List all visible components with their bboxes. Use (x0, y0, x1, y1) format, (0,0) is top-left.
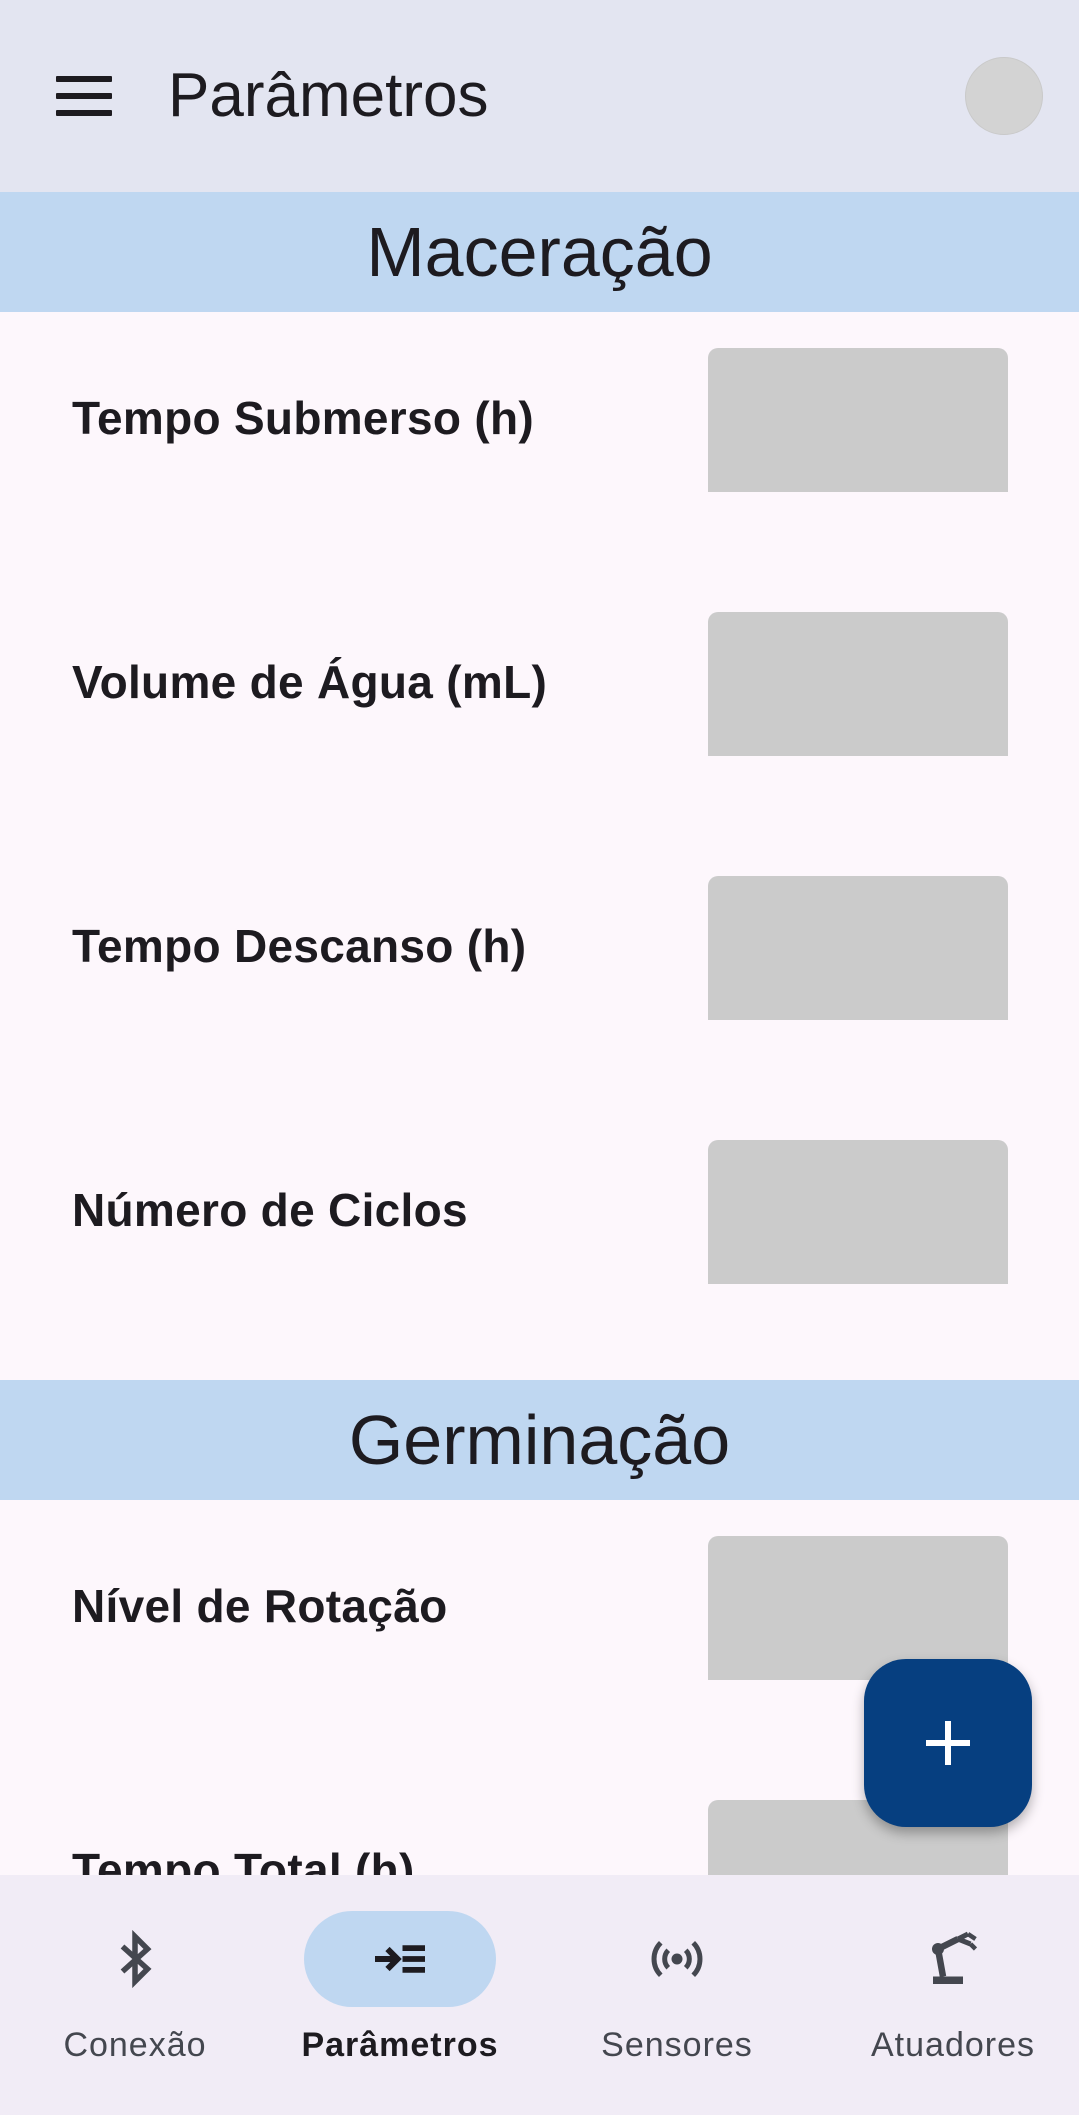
parameters-icon (375, 1945, 425, 1973)
nav-label: Conexão (63, 2026, 207, 2064)
nav-item-parametros[interactable]: Parâmetros (265, 1875, 535, 2115)
nav-item-sensores[interactable]: Sensores (542, 1875, 812, 2115)
add-button[interactable] (864, 1659, 1032, 1827)
row-label-tempo-descanso: Tempo Descanso (h) (72, 920, 527, 972)
nav-item-conexao[interactable]: Conexão (0, 1875, 270, 2115)
tempo-descanso-input[interactable] (708, 876, 1008, 1020)
row-label-tempo-submerso: Tempo Submerso (h) (72, 392, 535, 444)
nav-item-atuadores[interactable]: Atuadores (818, 1875, 1079, 2115)
row-label-numero-ciclos: Número de Ciclos (72, 1184, 468, 1236)
section-header-maceracao: Maceração (0, 192, 1079, 312)
bluetooth-icon (120, 1929, 152, 1989)
nav-label: Atuadores (871, 2026, 1035, 2064)
nav-label: Parâmetros (301, 2026, 499, 2064)
menu-icon[interactable] (56, 76, 112, 116)
sensor-icon (651, 1940, 703, 1978)
row-label-nivel-rotacao: Nível de Rotação (72, 1580, 448, 1632)
avatar[interactable] (965, 57, 1043, 135)
top-app-bar: Parâmetros (0, 0, 1079, 192)
bottom-navigation: Conexão Parâmetros Sensores Atuadores (0, 1875, 1079, 2115)
tempo-submerso-input[interactable] (708, 348, 1008, 492)
nav-label: Sensores (601, 2026, 753, 2064)
numero-ciclos-input[interactable] (708, 1140, 1008, 1284)
section-header-germinacao: Germinação (0, 1380, 1079, 1500)
row-label-tempo-total: Tempo Total (h) (72, 1844, 415, 1875)
row-label-volume-agua: Volume de Água (mL) (72, 656, 548, 708)
robot-arm-icon (932, 1931, 978, 1984)
parameters-list[interactable]: Maceração Tempo Submerso (h) Volume de Á… (0, 192, 1079, 1875)
volume-agua-input[interactable] (708, 612, 1008, 756)
page-title: Parâmetros (168, 61, 489, 130)
